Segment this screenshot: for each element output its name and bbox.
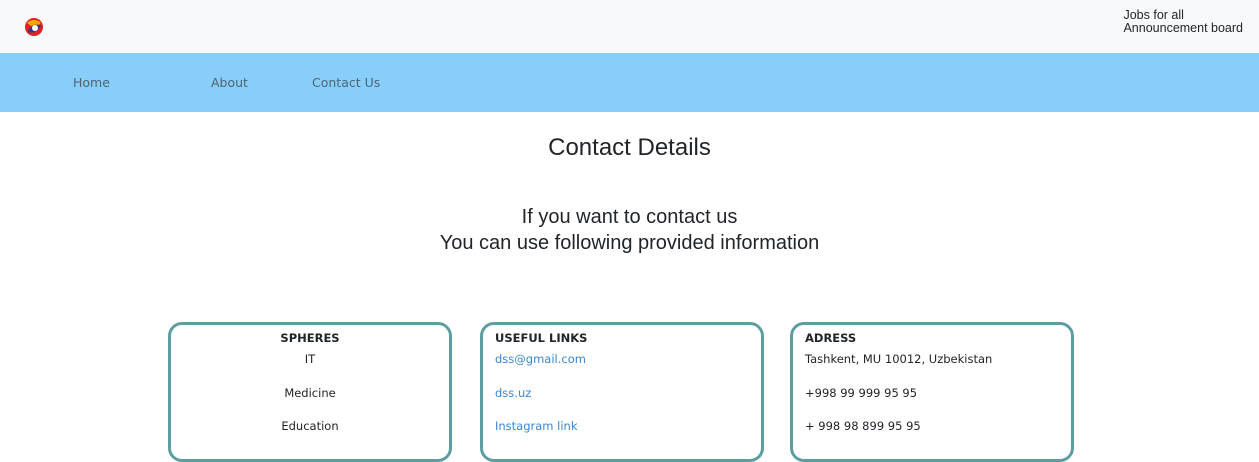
brand-line-2: Announcement board [1123,21,1243,35]
sphere-item-education: Education [281,419,339,433]
sphere-item-it: IT [304,352,316,366]
brand-title: Jobs for all Announcement board [1123,9,1243,35]
subtitle-line-1: If you want to contact us [521,206,738,228]
spheres-title: SPHERES [280,331,340,345]
email-link[interactable]: dss@gmail.com [495,352,586,366]
spheres-card: SPHERES IT Medicine Education [168,322,452,462]
top-header: Jobs for all Announcement board [0,0,1259,53]
page-title: Contact Details [548,134,711,161]
phone-1: +998 99 999 95 95 [805,386,918,400]
nav-about-link[interactable]: About [211,75,248,90]
subtitle-line-2: You can use following provided informati… [439,232,820,254]
address-card: ADRESS Tashkent, MU 10012, Uzbekistan +9… [790,322,1074,462]
nav-contact-link[interactable]: Contact Us [312,75,380,90]
address-text: Tashkent, MU 10012, Uzbekistan [805,352,993,366]
brand-logo-icon[interactable] [24,17,44,37]
nav-bar [0,53,1259,112]
nav-home-link[interactable]: Home [73,75,110,90]
useful-links-card: USEFUL LINKS dss@gmail.com dss.uz Instag… [480,322,764,462]
phone-2: + 998 98 899 95 95 [805,419,921,433]
address-title: ADRESS [805,331,857,345]
website-link[interactable]: dss.uz [495,386,531,400]
sphere-item-medicine: Medicine [284,386,336,400]
instagram-link[interactable]: Instagram link [495,419,578,433]
page-subtitle: If you want to contact us You can use fo… [0,204,1259,256]
useful-links-title: USEFUL LINKS [495,331,588,345]
